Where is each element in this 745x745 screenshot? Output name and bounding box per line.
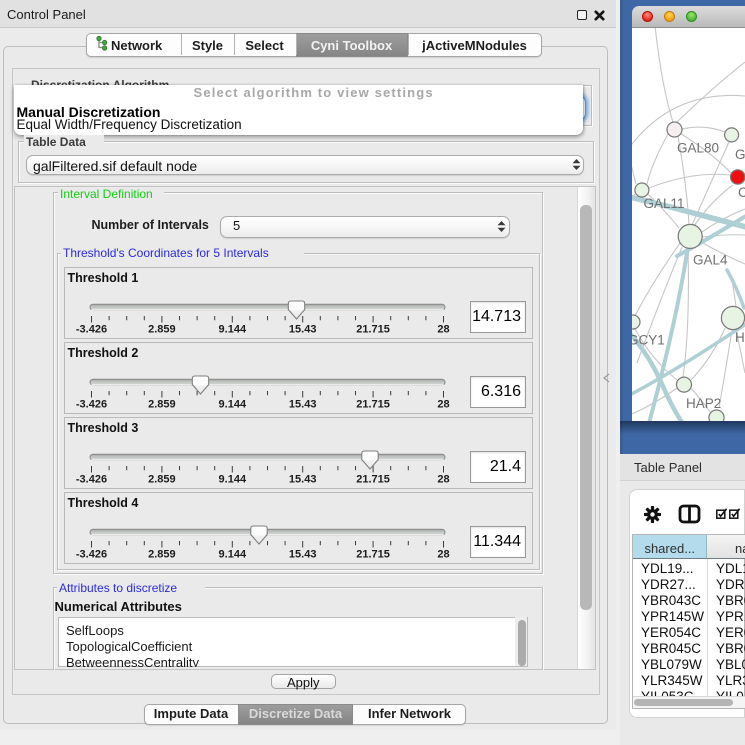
svg-text:-3.426: -3.426 (75, 549, 106, 561)
svg-text:G.: G. (735, 147, 745, 162)
svg-text:2.859: 2.859 (148, 324, 176, 336)
svg-text:15.43: 15.43 (288, 399, 316, 411)
svg-text:-3.426: -3.426 (75, 324, 106, 336)
svg-text:2.859: 2.859 (148, 399, 176, 411)
svg-text:9.144: 9.144 (218, 324, 246, 336)
svg-text:2.859: 2.859 (148, 549, 176, 561)
svg-text:9.144: 9.144 (218, 474, 246, 486)
svg-text:28: 28 (437, 399, 449, 411)
svg-text:15.43: 15.43 (288, 324, 316, 336)
svg-text:21.715: 21.715 (356, 399, 390, 411)
svg-text:15.43: 15.43 (288, 474, 316, 486)
svg-text:GAL11: GAL11 (644, 196, 685, 211)
svg-text:28: 28 (437, 549, 449, 561)
svg-text:-3.426: -3.426 (75, 399, 106, 411)
svg-text:-3.426: -3.426 (75, 474, 106, 486)
svg-text:21.715: 21.715 (356, 324, 390, 336)
svg-text:21.715: 21.715 (356, 549, 390, 561)
svg-text:28: 28 (437, 474, 449, 486)
svg-text:28: 28 (437, 324, 449, 336)
svg-text:15.43: 15.43 (288, 549, 316, 561)
svg-text:GAL4: GAL4 (693, 253, 728, 268)
svg-text:2.859: 2.859 (148, 474, 176, 486)
svg-text:HAP2: HAP2 (686, 396, 721, 411)
svg-text:9.144: 9.144 (218, 549, 246, 561)
svg-text:GAL80: GAL80 (677, 141, 719, 156)
svg-text:GCY1: GCY1 (632, 333, 665, 348)
svg-text:9.144: 9.144 (218, 399, 246, 411)
svg-text:21.715: 21.715 (356, 474, 390, 486)
svg-text:H: H (735, 330, 745, 345)
svg-text:C: C (738, 185, 745, 200)
